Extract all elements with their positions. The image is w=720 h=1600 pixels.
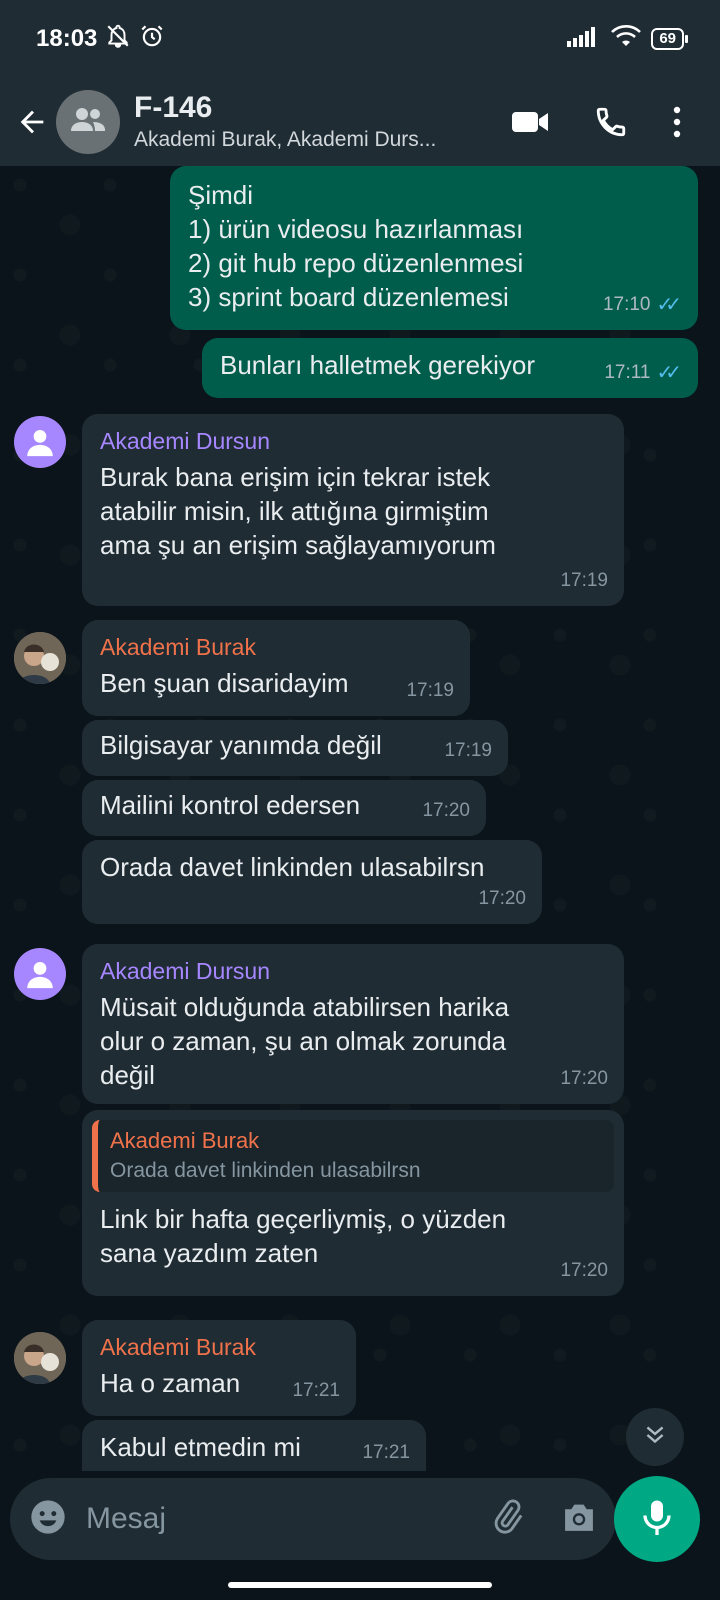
arrow-left-icon[interactable] (12, 102, 52, 142)
quoted-sender: Akademi Burak (110, 1128, 260, 1153)
message-bubble-incoming[interactable]: Kabul etmedin mi 17:21 (82, 1420, 426, 1471)
message-bubble-incoming[interactable]: Akademi Dursun Müsait olduğunda atabilir… (82, 944, 624, 1104)
group-avatar[interactable] (56, 90, 120, 154)
sender-name[interactable]: Akademi Dursun (100, 426, 606, 456)
mic-button[interactable] (614, 1476, 700, 1562)
message-bubble-incoming[interactable]: Mailini kontrol edersen 17:20 (82, 780, 486, 836)
person-icon (27, 429, 53, 457)
sender-name[interactable]: Akademi Dursun (100, 956, 606, 986)
status-bar: 18:03 69 (0, 0, 720, 78)
status-time: 18:03 (36, 25, 98, 52)
message-meta: 17:20 (560, 1254, 608, 1288)
message-text: 1) ürün videosu hazırlanması (188, 214, 524, 244)
avatar[interactable] (14, 632, 66, 684)
message-composer (10, 1478, 616, 1560)
message-meta: 17:19 (406, 674, 454, 708)
chat-header: F-146 Akademi Burak, Akademi Durs... (0, 78, 720, 166)
person-icon (27, 961, 53, 989)
message-meta: 17:20 (560, 1062, 608, 1096)
message-text: Müsait olduğunda atabilirsen harika (100, 992, 510, 1022)
message-meta: 17:20 (478, 882, 526, 916)
read-receipt-icon: ✓✓ (656, 362, 681, 384)
message-time: 17:20 (560, 1260, 608, 1281)
sender-name[interactable]: Akademi Burak (100, 1332, 338, 1362)
message-text: olur o zaman, şu an olmak zorunda (100, 1026, 507, 1056)
sender-name[interactable]: Akademi Burak (100, 632, 452, 662)
message-time: 17:20 (560, 1068, 608, 1089)
message-bubble-incoming[interactable]: Orada davet linkinden ulasabilrsn 17:20 (82, 840, 542, 924)
message-bubble-outgoing[interactable]: Bunları halletmek gerekiyor 17:11 ✓✓ (202, 338, 698, 398)
attach-icon[interactable] (488, 1498, 526, 1541)
quoted-text: Orada davet linkinden ulasabilrsn (110, 1159, 421, 1182)
phone-icon[interactable] (594, 105, 628, 139)
message-meta: 17:11 ✓✓ (604, 356, 682, 390)
avatar[interactable] (14, 1332, 66, 1384)
chat-participants: Akademi Burak, Akademi Durs... (134, 128, 437, 151)
message-time: 17:21 (362, 1442, 410, 1463)
profile-photo-icon (14, 1332, 66, 1384)
message-text: Ben şuan disaridayim (100, 668, 349, 698)
message-bubble-incoming[interactable]: Akademi Burak Orada davet linkinden ulas… (82, 1110, 624, 1296)
message-bubble-outgoing[interactable]: Şimdi 1) ürün videosu hazırlanması 2) gi… (170, 166, 698, 330)
scroll-to-bottom-button[interactable] (626, 1408, 684, 1466)
message-text: Orada davet linkinden ulasabilrsn (100, 852, 485, 882)
message-bubble-incoming[interactable]: Bilgisayar yanımda değil 17:19 (82, 720, 508, 776)
wifi-icon (611, 24, 642, 55)
message-time: 17:21 (292, 1380, 340, 1401)
mute-notifications-icon (105, 23, 131, 56)
message-time: 17:19 (560, 570, 608, 591)
chat-title: F-146 (134, 91, 213, 124)
message-time: 17:20 (422, 800, 470, 821)
message-text: ama şu an erişim sağlayamıyorum (100, 530, 496, 560)
battery-indicator: 69 (651, 28, 688, 50)
message-time: 17:11 (604, 362, 651, 383)
double-chevron-down-icon (642, 1422, 668, 1453)
message-meta: 17:10 ✓✓ (603, 288, 682, 322)
chat-info[interactable]: F-146 Akademi Burak, Akademi Durs... (134, 90, 474, 154)
message-meta: 17:20 (422, 794, 470, 828)
message-text: atabilir misin, ilk attığına girmiştim (100, 496, 489, 526)
profile-photo-icon (14, 632, 66, 684)
read-receipt-icon: ✓✓ (656, 294, 681, 316)
avatar[interactable] (14, 948, 66, 1000)
mic-icon (639, 1497, 675, 1542)
message-time: 17:10 (602, 294, 651, 315)
message-time: 17:19 (406, 680, 454, 701)
message-text: Burak bana erişim için tekrar istek (100, 462, 491, 492)
signal-icon (567, 25, 601, 54)
quoted-message[interactable]: Akademi Burak Orada davet linkinden ulas… (92, 1120, 614, 1192)
message-text: Bilgisayar yanımda değil (100, 730, 382, 760)
camera-icon[interactable] (560, 1500, 598, 1539)
message-text: Mailini kontrol edersen (100, 790, 361, 820)
message-time: 17:20 (478, 888, 526, 909)
video-call-icon[interactable] (510, 108, 550, 136)
message-text: Link bir hafta geçerliymiş, o yüzden (100, 1204, 507, 1234)
more-vert-icon[interactable] (672, 106, 682, 138)
message-meta: 17:21 (292, 1374, 340, 1408)
home-indicator[interactable] (228, 1582, 492, 1588)
message-bubble-incoming[interactable]: Akademi Burak Ha o zaman 17:21 (82, 1320, 356, 1416)
message-list[interactable]: Şimdi 1) ürün videosu hazırlanması 2) gi… (0, 166, 720, 1471)
avatar[interactable] (14, 416, 66, 468)
group-icon (69, 105, 107, 140)
message-text: Şimdi (188, 180, 254, 210)
message-bubble-incoming[interactable]: Akademi Burak Ben şuan disaridayim 17:19 (82, 620, 470, 716)
message-text: sana yazdım zaten (100, 1238, 319, 1268)
message-meta: 17:19 (560, 564, 608, 598)
emoji-icon[interactable] (28, 1497, 68, 1542)
message-meta: 17:19 (444, 734, 492, 768)
message-text: 2) git hub repo düzenlenmesi (188, 248, 524, 278)
message-bubble-incoming[interactable]: Akademi Dursun Burak bana erişim için te… (82, 414, 624, 606)
message-time: 17:19 (444, 740, 492, 761)
message-meta: 17:21 (362, 1436, 410, 1470)
message-text: değil (100, 1060, 155, 1090)
message-input[interactable] (86, 1502, 446, 1536)
alarm-icon (139, 23, 165, 56)
